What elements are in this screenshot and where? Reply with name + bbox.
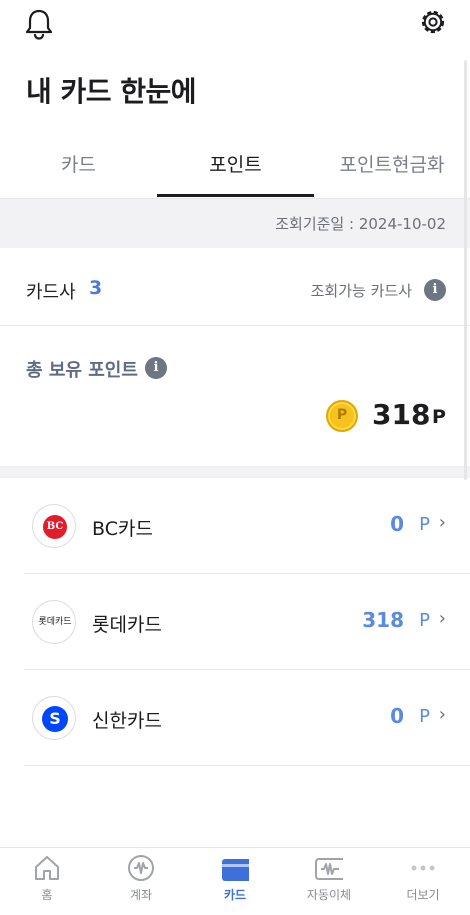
card-name: 롯데카드 bbox=[92, 614, 162, 636]
account-icon bbox=[128, 855, 154, 881]
nav-more[interactable]: 더보기 bbox=[376, 848, 470, 915]
page-title: 내 카드 한눈에 bbox=[26, 75, 197, 108]
bell-icon[interactable] bbox=[24, 8, 54, 40]
nav-auto-transfer[interactable]: 자동이체 bbox=[282, 848, 376, 915]
coin-icon: P bbox=[326, 400, 358, 432]
query-date: 조회기준일 : 2024-10-02 bbox=[275, 215, 446, 233]
card-companies-label: 카드사 bbox=[26, 282, 76, 303]
tab-points[interactable]: 포인트 bbox=[157, 150, 314, 177]
lotte-logo-text: 롯데카드 bbox=[38, 617, 72, 627]
card-points-unit: P bbox=[419, 610, 430, 631]
chevron-right-icon: › bbox=[438, 608, 446, 629]
card-points: 0 bbox=[390, 704, 404, 728]
card-points: 0 bbox=[390, 512, 404, 536]
active-tab-indicator bbox=[157, 194, 314, 197]
card-name: BC카드 bbox=[92, 518, 153, 540]
bc-logo-mark: BC bbox=[43, 515, 67, 539]
top-bar bbox=[0, 0, 470, 48]
total-points-unit: P bbox=[432, 406, 446, 428]
card-points-unit: P bbox=[419, 514, 430, 535]
chevron-right-icon: › bbox=[438, 704, 446, 725]
available-card-companies-link[interactable]: 조회가능 카드사 bbox=[311, 280, 412, 301]
nav-more-label: 더보기 bbox=[406, 888, 440, 902]
shinhan-card-logo-icon: S bbox=[32, 696, 76, 740]
scrollbar[interactable] bbox=[464, 60, 467, 480]
tab-card[interactable]: 카드 bbox=[0, 150, 157, 177]
card-row-bc[interactable]: BC BC카드 0 P › bbox=[24, 478, 470, 574]
card-name: 신한카드 bbox=[92, 710, 162, 732]
card-row-shinhan[interactable]: S 신한카드 0 P › bbox=[24, 670, 470, 766]
tab-bar: 카드 포인트 포인트현금화 bbox=[0, 128, 470, 198]
card-points-unit: P bbox=[419, 706, 430, 727]
more-icon bbox=[411, 865, 435, 871]
info-icon[interactable]: i bbox=[145, 357, 167, 379]
lotte-card-logo-icon: 롯데카드 bbox=[32, 600, 76, 644]
card-points: 318 bbox=[362, 608, 404, 632]
card-companies-row: 카드사 3 조회가능 카드사 i bbox=[0, 248, 470, 326]
shinhan-logo-mark: S bbox=[42, 706, 68, 732]
nav-card[interactable]: 카드 bbox=[188, 848, 282, 915]
bottom-nav: 홈 계좌 카드 자동이체 더보기 bbox=[0, 847, 470, 915]
total-points-section: 총 보유 포인트 i P 318 P bbox=[0, 326, 470, 466]
nav-home[interactable]: 홈 bbox=[0, 848, 94, 915]
bc-card-logo-icon: BC bbox=[32, 504, 76, 548]
card-icon bbox=[222, 859, 249, 881]
info-icon[interactable]: i bbox=[424, 279, 446, 301]
card-row-lotte[interactable]: 롯데카드 롯데카드 318 P › bbox=[24, 574, 470, 670]
query-date-bar: 조회기준일 : 2024-10-02 bbox=[0, 198, 470, 248]
nav-card-label: 카드 bbox=[223, 888, 247, 902]
nav-account[interactable]: 계좌 bbox=[94, 848, 188, 915]
home-icon bbox=[35, 856, 59, 880]
total-points-label: 총 보유 포인트 bbox=[26, 360, 138, 381]
gear-icon[interactable] bbox=[418, 7, 448, 37]
auto-transfer-icon bbox=[315, 858, 343, 880]
card-companies-count: 3 bbox=[89, 277, 103, 299]
total-points-value: 318 bbox=[372, 398, 431, 431]
nav-home-label: 홈 bbox=[41, 888, 53, 902]
tab-points-cash[interactable]: 포인트현금화 bbox=[314, 150, 470, 177]
chevron-right-icon: › bbox=[438, 512, 446, 533]
section-divider bbox=[0, 466, 470, 478]
nav-account-label: 계좌 bbox=[129, 888, 153, 902]
nav-auto-transfer-label: 자동이체 bbox=[306, 888, 352, 902]
